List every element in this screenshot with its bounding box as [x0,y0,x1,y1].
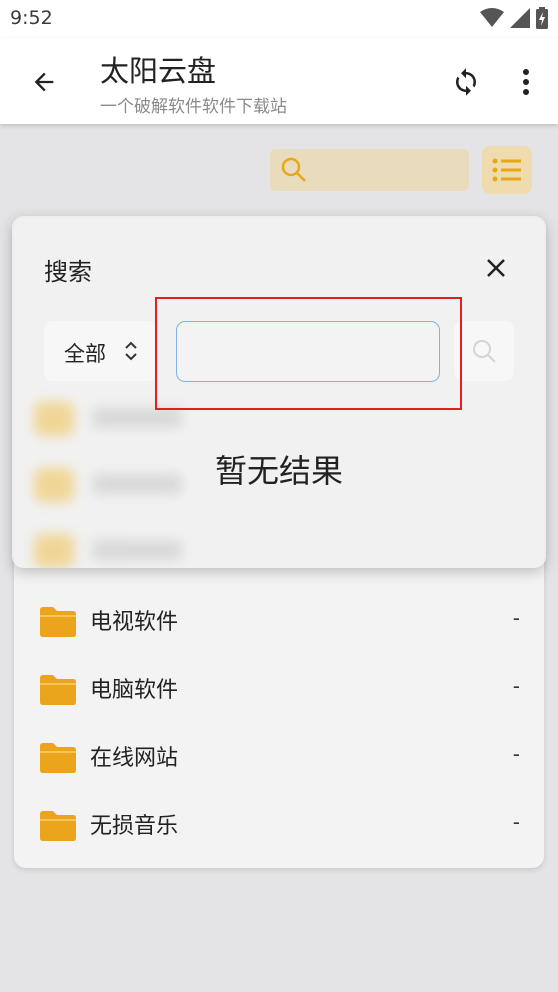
list-view-icon [492,158,521,182]
top-search-box[interactable] [270,149,469,191]
search-icon [473,340,496,363]
file-size: - [512,810,520,834]
file-name: 在线网站 [90,746,179,771]
back-button[interactable] [22,60,66,104]
file-size: - [512,606,520,630]
wifi-icon [480,8,504,27]
status-bar: 9:52 [0,0,558,38]
app-bar: 太阳云盘 一个破解软件软件下载站 [0,38,558,124]
dialog-title: 搜索 [44,258,92,286]
blurred-folder-icon [34,402,74,436]
arrow-back-icon [34,72,54,92]
page-subtitle: 一个破解软件软件下载站 [100,97,287,117]
blurred-row-text [92,408,182,428]
more-options-button[interactable] [506,60,546,104]
file-name: 电脑软件 [90,678,179,703]
blurred-folder-icon [34,534,74,568]
status-icons [480,7,548,29]
list-view-toggle[interactable] [482,146,532,194]
unfold-chevron-icon [125,341,137,361]
signal-icon [510,8,530,28]
folder-icon [40,811,76,841]
refresh-button[interactable] [444,60,488,104]
search-scope-select[interactable]: 全部 [44,321,156,381]
search-dialog: 搜索 全部 暂无结果 [12,216,546,568]
empty-results-message: 暂无结果 [214,452,343,490]
list-item[interactable]: 在线网站 - [14,724,544,790]
blurred-row-text [92,540,182,560]
folder-icon [40,743,76,773]
refresh-icon [456,68,476,96]
list-item[interactable]: 电视软件 - [14,588,544,654]
close-icon [487,259,505,277]
search-submit-button[interactable] [454,321,514,381]
search-scope-value: 全部 [64,342,106,366]
folder-icon [40,607,76,637]
list-item[interactable]: 无损音乐 - [14,792,544,858]
file-size: - [512,674,520,698]
close-button[interactable] [478,250,514,286]
page-title: 太阳云盘 [100,54,217,88]
list-item[interactable]: 电脑软件 - [14,656,544,722]
search-input[interactable] [176,321,440,382]
more-vert-icon [523,69,529,95]
file-size: - [512,742,520,766]
file-name: 电视软件 [90,610,179,635]
search-icon [281,157,306,182]
status-time: 9:52 [10,7,53,29]
file-name: 无损音乐 [90,814,179,839]
battery-icon [536,7,548,29]
folder-icon [40,675,76,705]
